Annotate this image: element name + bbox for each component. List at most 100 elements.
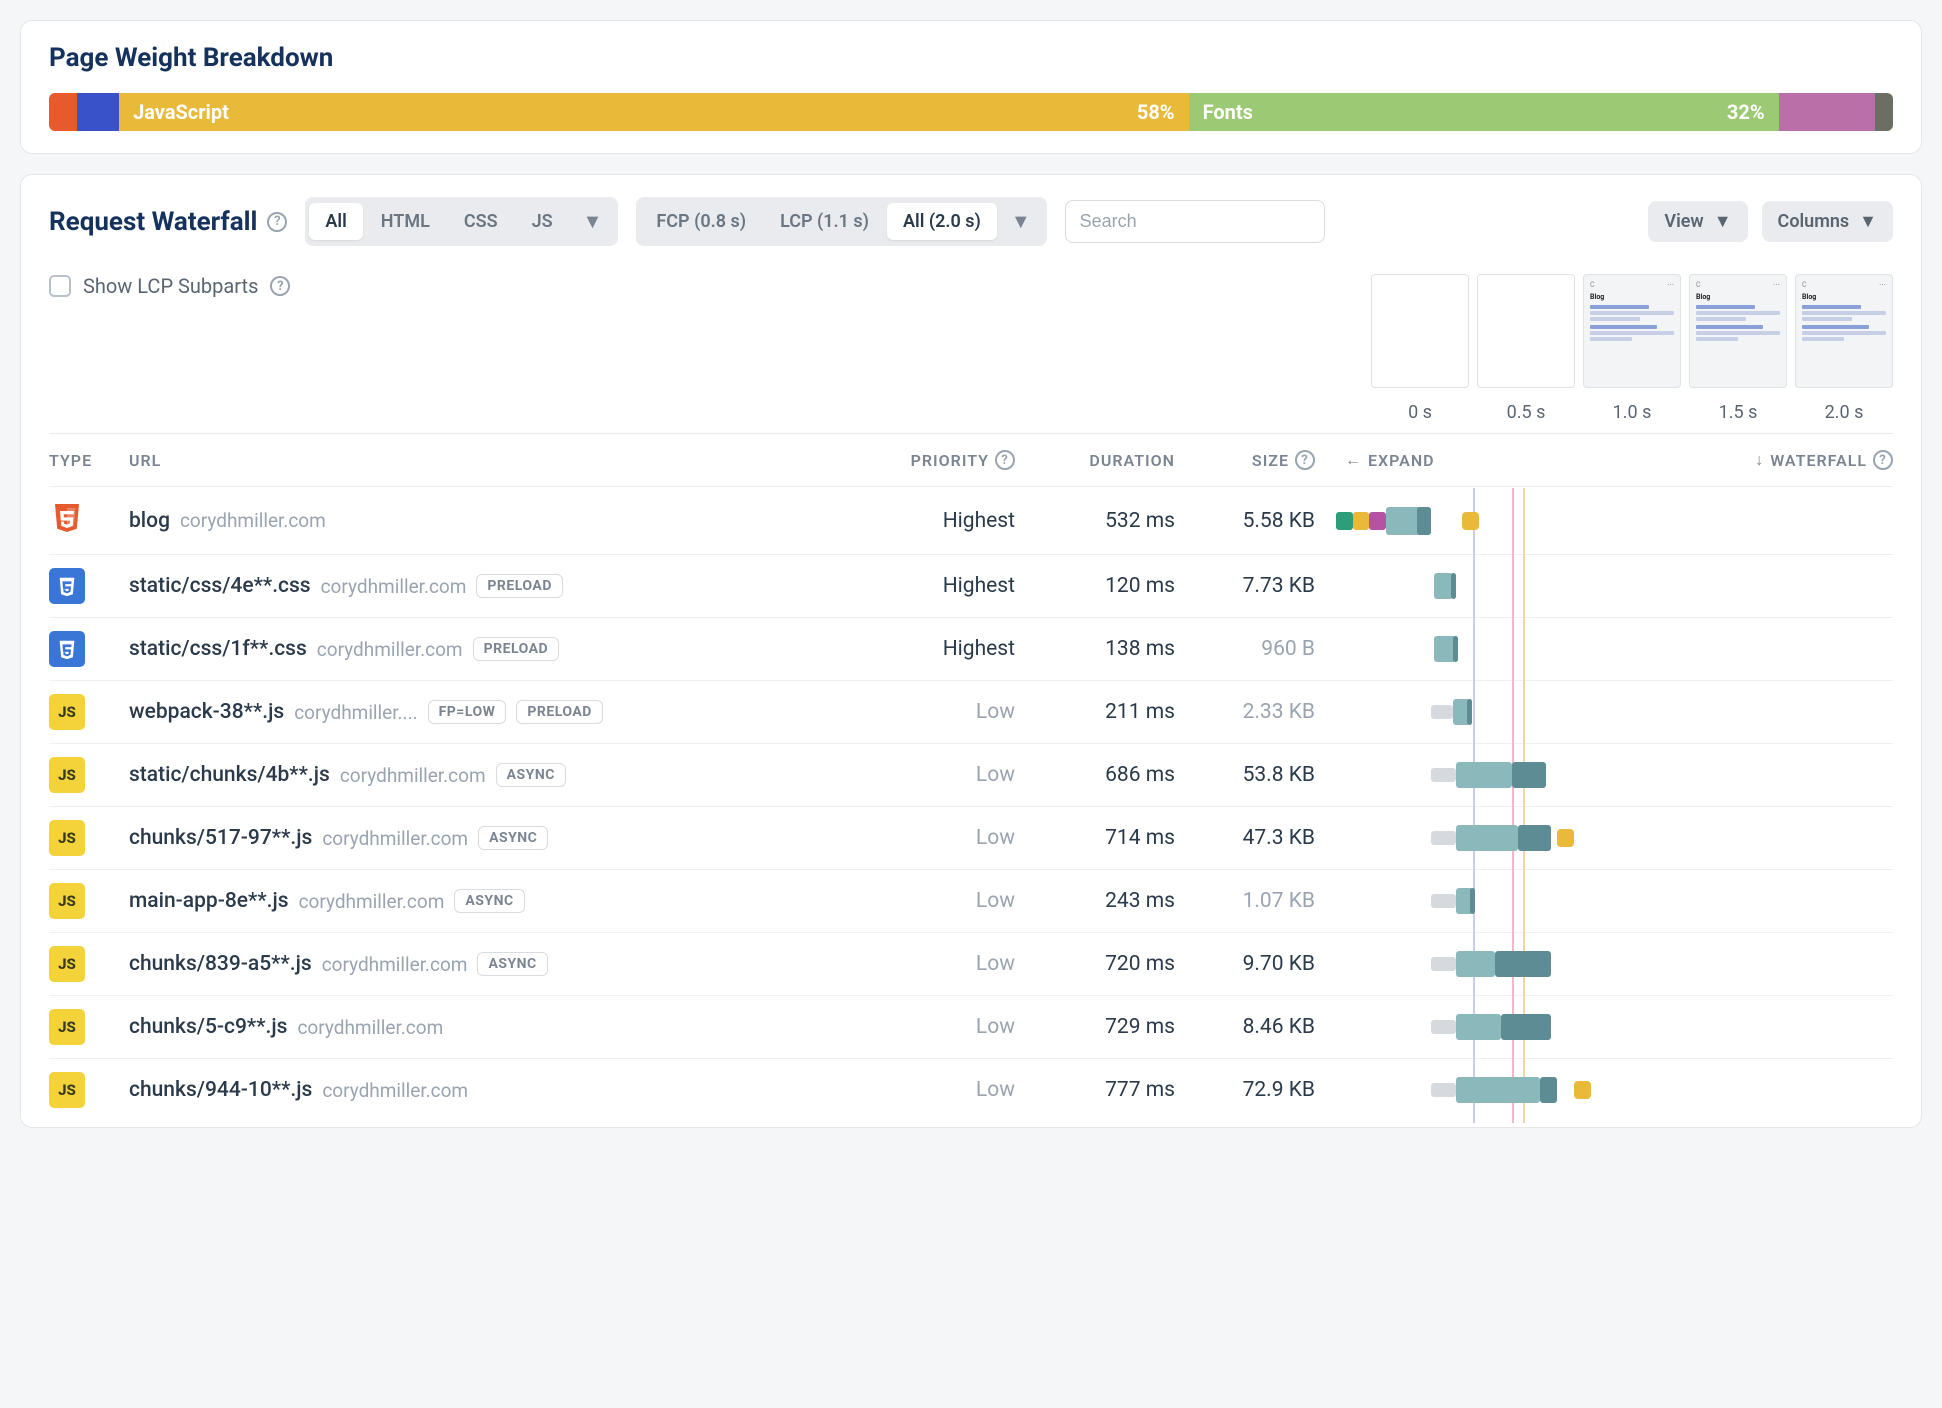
request-host: corydhmiller.... (294, 701, 417, 724)
checkbox-icon[interactable] (49, 275, 71, 297)
table-row[interactable]: JSchunks/517-97**.jscorydhmiller.comASYN… (49, 806, 1893, 869)
js-icon: JS (49, 1072, 85, 1108)
timing-marker (1523, 553, 1525, 619)
badge: ASYNC (454, 889, 524, 913)
filmstrip-thumb[interactable]: C⋯Blog (1583, 274, 1681, 388)
request-name: static/css/4e**.css (129, 574, 311, 598)
search-input[interactable] (1065, 200, 1325, 243)
filter-option[interactable]: LCP (1.1 s) (764, 203, 885, 240)
filmstrip-thumb[interactable]: C⋯Blog (1689, 274, 1787, 388)
url-cell: webpack-38**.jscorydhmiller....FP=LOWPRE… (129, 700, 873, 724)
table-row[interactable]: JSchunks/839-a5**.jscorydhmiller.comASYN… (49, 932, 1893, 995)
waterfall-title: Request Waterfall ? (49, 207, 287, 237)
filter-option[interactable]: JS (516, 203, 569, 240)
request-host: corydhmiller.com (180, 509, 326, 532)
expand-button[interactable]: ←EXPAND (1345, 450, 1435, 470)
timing-bar (1456, 762, 1512, 788)
size-value: 1.07 KB (1193, 889, 1333, 913)
table-row[interactable]: JSmain-app-8e**.jscorydhmiller.comASYNCL… (49, 869, 1893, 932)
url-cell: chunks/5-c9**.jscorydhmiller.com (129, 1015, 873, 1039)
duration-value: 120 ms (1033, 574, 1193, 598)
help-icon[interactable]: ? (1295, 450, 1315, 470)
weight-segment[interactable] (77, 93, 119, 131)
timing-bar (1431, 705, 1453, 719)
url-cell: chunks/944-10**.jscorydhmiller.com (129, 1078, 873, 1102)
filter-option[interactable]: HTML (365, 203, 446, 240)
chevron-down-icon[interactable]: ▼ (999, 201, 1043, 242)
waterfall-cell (1333, 697, 1893, 727)
filmstrip-time-label: 1.5 s (1689, 402, 1787, 423)
request-host: corydhmiller.com (322, 1079, 468, 1102)
filter-option[interactable]: All (309, 203, 362, 240)
table-row[interactable]: static/css/4e**.css corydhmiller.com PRELO… (49, 554, 1893, 617)
size-value: 5.58 KB (1193, 509, 1333, 533)
table-row[interactable]: JSchunks/5-c9**.jscorydhmiller.comLow729… (49, 995, 1893, 1058)
show-lcp-label: Show LCP Subparts (83, 274, 258, 298)
weight-segment[interactable] (1875, 93, 1893, 131)
badge: PRELOAD (476, 574, 563, 598)
weight-segment[interactable] (49, 93, 77, 131)
url-cell: chunks/517-97**.jscorydhmiller.comASYNC (129, 826, 873, 850)
filmstrip-thumb[interactable] (1477, 274, 1575, 388)
request-name: chunks/517-97**.js (129, 826, 312, 850)
col-waterfall: ←EXPAND ↓WATERFALL? (1333, 450, 1893, 470)
filter-option[interactable]: FCP (0.8 s) (640, 203, 762, 240)
timing-bar (1369, 512, 1386, 530)
timing-marker (1473, 553, 1475, 619)
size-value: 2.33 KB (1193, 700, 1333, 724)
table-row[interactable]: JSstatic/chunks/4b**.jscorydhmiller.comA… (49, 743, 1893, 806)
chevron-down-icon[interactable]: ▼ (571, 201, 615, 242)
badge: ASYNC (496, 763, 566, 787)
timing-bar (1431, 768, 1456, 782)
filter-option[interactable]: CSS (448, 203, 514, 240)
help-icon[interactable]: ? (267, 212, 287, 232)
filmstrip-time-label: 0 s (1371, 402, 1469, 423)
view-label: View (1664, 211, 1703, 232)
duration-value: 532 ms (1033, 509, 1193, 533)
table-row[interactable]: blogcorydhmiller.comHighest532 ms5.58 KB (49, 486, 1893, 554)
filmstrip-time-label: 2.0 s (1795, 402, 1893, 423)
table-row[interactable]: static/css/1f**.csscorydhmiller.comPRELO… (49, 617, 1893, 680)
filmstrip: C⋯BlogC⋯BlogC⋯Blog 0 s0.5 s1.0 s1.5 s2.0… (1371, 274, 1893, 423)
request-host: corydhmiller.com (322, 827, 468, 850)
filter-option[interactable]: All (2.0 s) (887, 203, 997, 240)
js-icon: JS (49, 757, 85, 793)
duration-value: 720 ms (1033, 952, 1193, 976)
timing-marker (1523, 679, 1525, 745)
filmstrip-time-label: 1.0 s (1583, 402, 1681, 423)
help-icon[interactable]: ? (270, 276, 290, 296)
help-icon[interactable]: ? (1873, 450, 1893, 470)
help-icon[interactable]: ? (995, 450, 1015, 470)
timing-bar (1495, 951, 1551, 977)
waterfall-cell (1333, 760, 1893, 790)
show-lcp-checkbox-row[interactable]: Show LCP Subparts ? (49, 274, 290, 298)
duration-value: 686 ms (1033, 763, 1193, 787)
size-value: 72.9 KB (1193, 1078, 1333, 1102)
priority-value: Low (873, 889, 1033, 913)
js-icon: JS (49, 1009, 85, 1045)
weight-segment[interactable] (1779, 93, 1875, 131)
waterfall-cell (1333, 949, 1893, 979)
filmstrip-thumb[interactable] (1371, 274, 1469, 388)
timing-marker (1523, 868, 1525, 934)
timing-marker (1512, 616, 1514, 682)
view-dropdown[interactable]: View ▼ (1648, 201, 1747, 242)
timing-marker (1523, 616, 1525, 682)
request-host: corydhmiller.com (321, 575, 467, 598)
col-size: SIZE? (1193, 450, 1333, 470)
duration-value: 729 ms (1033, 1015, 1193, 1039)
size-value: 960 B (1193, 637, 1333, 661)
table-row[interactable]: JSwebpack-38**.jscorydhmiller....FP=LOWP… (49, 680, 1893, 743)
table-row[interactable]: JSchunks/944-10**.jscorydhmiller.comLow7… (49, 1058, 1893, 1121)
filmstrip-thumbs: C⋯BlogC⋯BlogC⋯Blog (1371, 274, 1893, 388)
waterfall-cell (1333, 506, 1893, 536)
weight-segment[interactable]: JavaScript58% (119, 93, 1189, 131)
weight-segment[interactable]: Fonts32% (1189, 93, 1779, 131)
timing-bar (1456, 1014, 1501, 1040)
waterfall-cell (1333, 634, 1893, 664)
url-cell: static/css/1f**.csscorydhmiller.comPRELO… (129, 637, 873, 661)
timing-marker (1512, 679, 1514, 745)
filmstrip-thumb[interactable]: C⋯Blog (1795, 274, 1893, 388)
columns-dropdown[interactable]: Columns ▼ (1762, 201, 1893, 242)
request-name: chunks/839-a5**.js (129, 952, 312, 976)
